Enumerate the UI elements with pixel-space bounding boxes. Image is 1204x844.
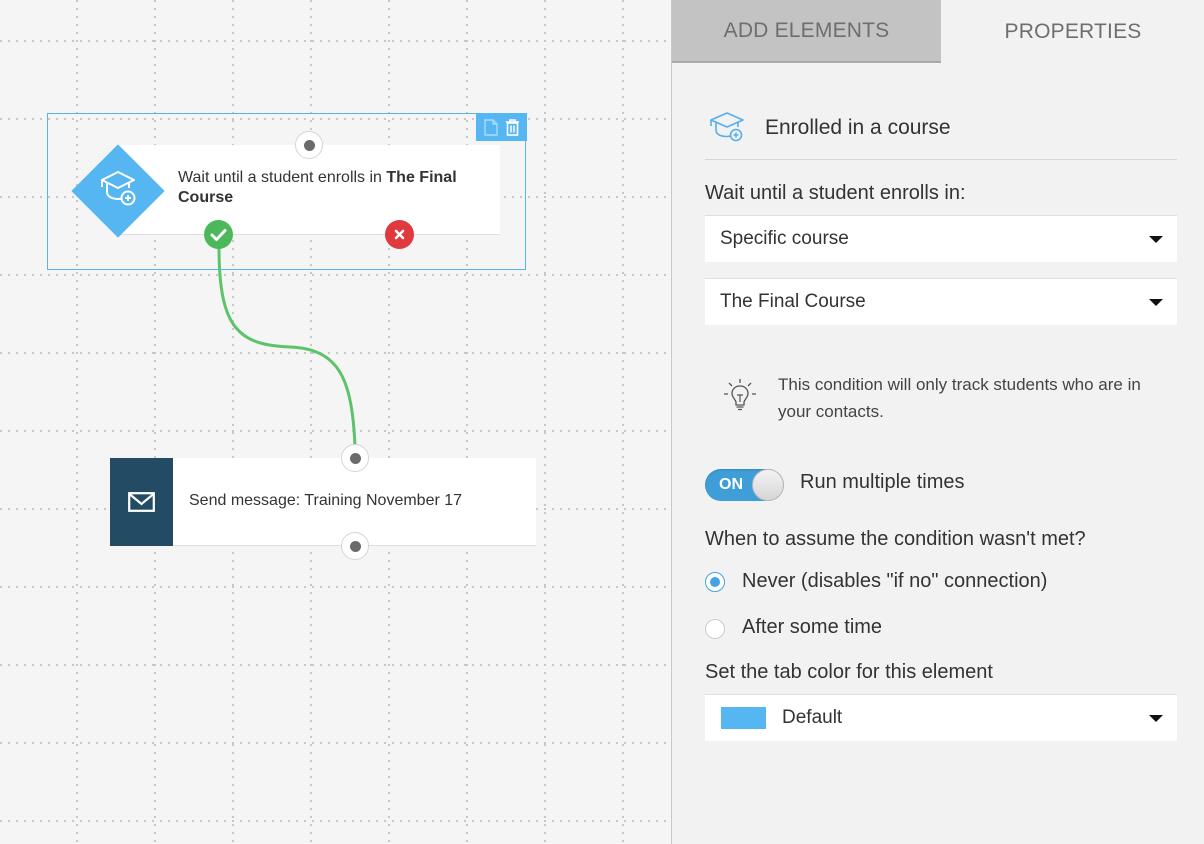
condition-node-text: Wait until a student enrolls in The Fina… [178,169,457,206]
check-icon [210,228,227,241]
radio-never[interactable] [705,572,725,592]
assume-label: When to assume the condition wasn't met? [705,528,1086,550]
trash-icon[interactable] [505,118,520,136]
course-value: The Final Course [720,291,866,312]
workflow-canvas[interactable]: Wait until a student enrolls in The Fina… [0,0,671,844]
message-input-port[interactable] [341,444,369,472]
caret-down-icon [1149,299,1163,306]
caret-down-icon [1149,236,1163,243]
message-output-port[interactable] [341,532,369,560]
lightbulb-icon [724,379,756,411]
send-message-badge [110,458,173,546]
envelope-icon [128,492,155,512]
radio-never-label[interactable]: Never (disables "if no" connection) [742,570,1047,593]
tip-text: This condition will only track students … [778,375,1141,421]
tab-color-value: Default [782,707,843,728]
course-type-select[interactable]: Specific course [705,215,1177,262]
course-type-value: Specific course [720,228,849,249]
tab-color-label: Set the tab color for this element [705,661,993,683]
tab-properties[interactable]: PROPERTIES [941,0,1204,63]
x-icon [394,229,405,240]
duplicate-icon[interactable] [483,118,498,136]
wait-label: Wait until a student enrolls in: [705,182,966,204]
element-title: Enrolled in a course [765,116,951,139]
element-header: Enrolled in a course [705,108,1177,160]
panel-tabs: ADD ELEMENTS PROPERTIES [672,0,1204,63]
run-multiple-toggle[interactable]: ON [705,469,784,501]
node-toolbar [476,113,527,141]
send-message-node[interactable]: Send message: Training November 17 [110,458,536,546]
toggle-knob [752,469,784,501]
yes-output-button[interactable] [204,220,233,249]
properties-panel: ADD ELEMENTS PROPERTIES Enrolled in a co… [671,0,1204,844]
tab-color-select[interactable]: Default [705,694,1177,741]
graduation-cap-plus-icon [710,112,744,142]
color-swatch [721,707,766,729]
radio-after-some-time[interactable] [705,619,725,639]
toggle-state-label: ON [719,476,743,493]
no-output-button[interactable] [385,220,414,249]
radio-after-some-time-label[interactable]: After some time [742,616,882,639]
condition-input-port[interactable] [295,131,323,159]
tab-add-elements[interactable]: ADD ELEMENTS [672,0,941,63]
run-multiple-label: Run multiple times [800,471,965,493]
send-message-text: Send message: Training November 17 [189,492,463,509]
course-select[interactable]: The Final Course [705,278,1177,325]
caret-down-icon [1149,715,1163,722]
graduation-cap-plus-icon [101,171,136,206]
